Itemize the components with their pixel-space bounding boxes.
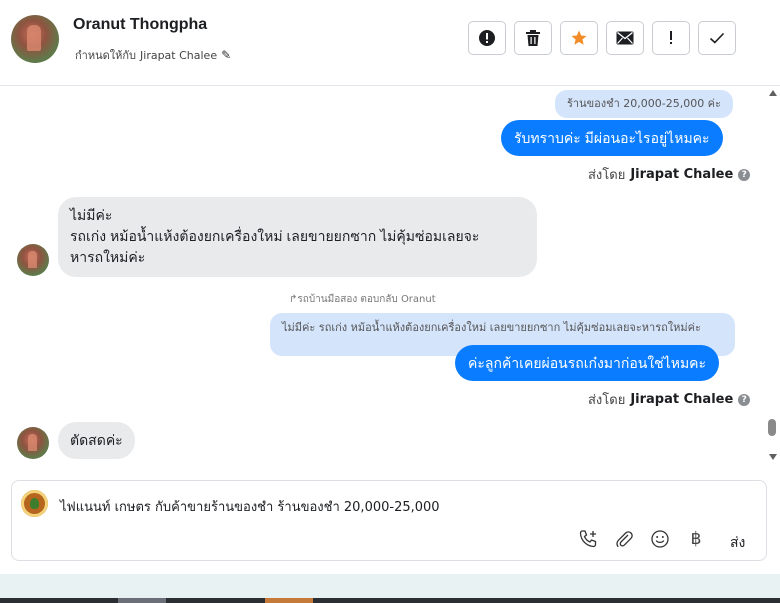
scroll-thumb[interactable] (768, 419, 776, 436)
reply-note-text: รถบ้านมือสอง ตอบกลับ Oranut (297, 294, 436, 305)
contact-name[interactable]: Oranut Thongpha (73, 16, 207, 34)
baht-icon[interactable]: ฿ (685, 528, 707, 550)
delete-button[interactable] (514, 21, 552, 55)
sender-name: Jirapat Chalee (630, 392, 734, 407)
star-button[interactable] (560, 21, 598, 55)
composer-input[interactable]: ไฟแนนท์ เกษตร กับค้าขายร้านของชำ ร้านของ… (60, 496, 440, 517)
spam-icon (479, 30, 495, 46)
sent-by-prefix: ส่งโดย (588, 393, 626, 408)
exclamation-icon (670, 31, 672, 44)
help-icon[interactable]: ? (738, 393, 751, 406)
mark-done-button[interactable] (698, 21, 736, 55)
assignee-name: Jirapat Chalee (140, 48, 218, 62)
outgoing-message[interactable]: รับทราบค่ะ มีผ่อนอะไรอยู่ไหมคะ (501, 120, 723, 156)
attach-icon[interactable] (613, 528, 635, 550)
assign-prefix: กำหนดให้กับ (75, 49, 137, 62)
emoji-icon[interactable] (649, 528, 671, 550)
outgoing-message[interactable]: ค่ะลูกค้าเคยผ่อนรถเก๋งมาก่อนใช่ไหมคะ (455, 345, 720, 381)
message-text: รับทราบค่ะ มีผ่อนอะไรอยู่ไหมคะ (514, 130, 710, 146)
message-text: ค่ะลูกค้าเคยผ่อนรถเก๋งมาก่อนใช่ไหมคะ (468, 355, 707, 371)
assignment-line[interactable]: กำหนดให้กับ Jirapat Chalee ✎ (75, 46, 231, 64)
message-line: ไม่มีค่ะ (70, 207, 113, 223)
quoted-text: ไม่มีค่ะ รถเก่ง หม้อน้ำแห้งต้องยกเครื่อง… (282, 321, 701, 334)
composer-tools: ฿ (577, 528, 707, 550)
trash-icon (526, 30, 540, 46)
phone-add-icon[interactable] (577, 528, 599, 550)
check-icon (709, 32, 725, 44)
message-thread[interactable]: ร้านของชำ 20,000-25,000 ค่ะ รับทราบค่ะ ม… (0, 86, 766, 466)
help-icon[interactable]: ? (738, 168, 751, 181)
message-text: ตัดสดค่ะ (70, 432, 123, 448)
sent-by-prefix: ส่งโดย (588, 168, 626, 183)
message-line: หารถใหม่ค่ะ (70, 249, 146, 265)
page-footer (0, 574, 780, 598)
mark-unread-button[interactable] (606, 21, 644, 55)
message-line: รถเก่ง หม้อน้ำแห้งต้องยกเครื่องใหม่ เลยข… (70, 228, 480, 244)
mail-icon (616, 31, 634, 45)
send-button[interactable]: ส่ง (730, 532, 745, 554)
taskbar-item[interactable] (265, 598, 313, 603)
sent-by-line: ส่งโดย Jirapat Chalee ? (588, 164, 751, 185)
reply-note: ↱รถบ้านมือสอง ตอบกลับ Oranut (289, 292, 436, 307)
contact-avatar-small (17, 244, 49, 276)
taskbar (0, 598, 780, 603)
thread-scrollbar[interactable] (766, 86, 780, 466)
sender-name: Jirapat Chalee (630, 167, 734, 182)
message-composer[interactable]: ไฟแนนท์ เกษตร กับค้าขายร้านของชำ ร้านของ… (11, 480, 767, 561)
scroll-up-arrow-icon[interactable] (769, 90, 777, 96)
action-toolbar (468, 21, 736, 55)
contact-avatar-small (17, 427, 49, 459)
contact-avatar[interactable] (11, 15, 59, 63)
priority-button[interactable] (652, 21, 690, 55)
taskbar-item[interactable] (118, 598, 166, 603)
page-logo (21, 490, 48, 517)
scroll-down-arrow-icon[interactable] (769, 454, 777, 460)
incoming-message[interactable]: ตัดสดค่ะ (58, 422, 135, 459)
conversation-header: Oranut Thongpha กำหนดให้กับ Jirapat Chal… (0, 0, 780, 86)
incoming-message[interactable]: ไม่มีค่ะ รถเก่ง หม้อน้ำแห้งต้องยกเครื่อง… (58, 197, 537, 277)
mark-spam-button[interactable] (468, 21, 506, 55)
star-icon (571, 30, 587, 45)
sent-by-line: ส่งโดย Jirapat Chalee ? (588, 389, 751, 410)
pencil-icon[interactable]: ✎ (221, 48, 231, 62)
quoted-message[interactable]: ร้านของชำ 20,000-25,000 ค่ะ (555, 90, 733, 118)
quoted-text: ร้านของชำ 20,000-25,000 ค่ะ (567, 97, 721, 110)
